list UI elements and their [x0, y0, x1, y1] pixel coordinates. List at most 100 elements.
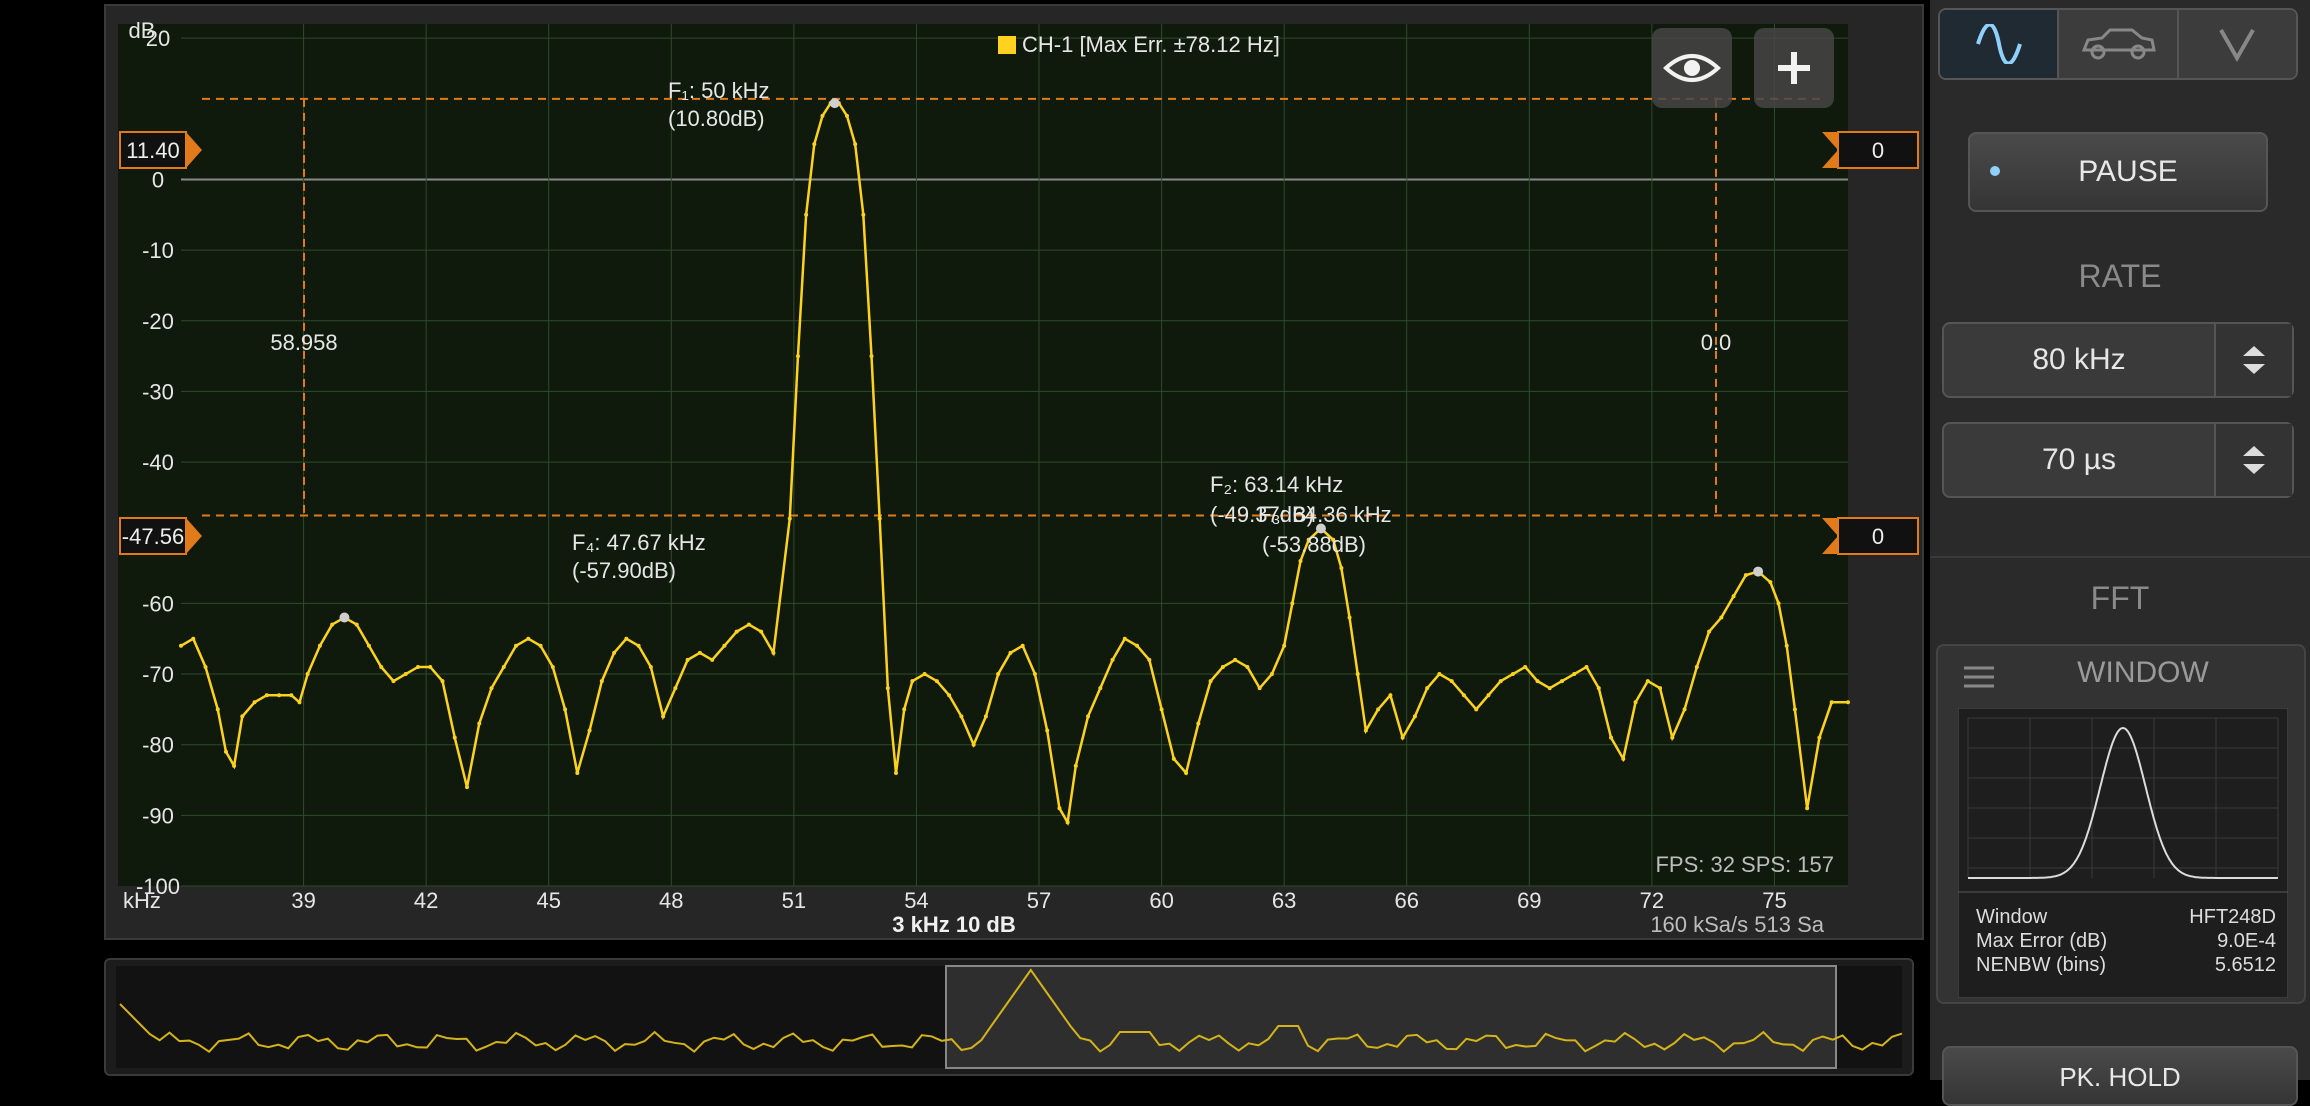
- peak-f1-freq: F₁: 50 kHz: [668, 78, 770, 103]
- trace-point: [1032, 672, 1037, 677]
- trace-point: [317, 643, 322, 648]
- trace-point: [1449, 679, 1454, 684]
- pause-button[interactable]: PAUSE: [1968, 132, 2268, 212]
- left-cursor-freq: 58.958: [270, 330, 337, 355]
- trace-point: [232, 763, 237, 768]
- trace-point: [452, 735, 457, 740]
- trace-point: [330, 622, 335, 627]
- trace-point: [1045, 728, 1050, 733]
- trace-point: [673, 686, 678, 691]
- peak-hold-label: PK. HOLD: [2059, 1062, 2181, 1092]
- trace-point: [612, 650, 617, 655]
- trace-point: [1523, 664, 1528, 669]
- trace-point: [1412, 714, 1417, 719]
- overview-strip[interactable]: [104, 958, 1914, 1076]
- trace-point: [252, 700, 257, 705]
- window-info-value: 5.6512: [2214, 954, 2276, 976]
- lower-level-handle[interactable]: -47.56: [119, 517, 202, 555]
- y-tick-label: -10: [142, 238, 174, 263]
- trace-point: [1719, 615, 1724, 620]
- window-info-row: Max Error (dB) 9.0E-4: [1976, 930, 2276, 953]
- overview-viewport[interactable]: [945, 965, 1837, 1069]
- timebase-value: 70 µs: [2042, 443, 2116, 476]
- trace-point: [661, 714, 666, 719]
- peak-hold-button[interactable]: PK. HOLD: [1942, 1046, 2298, 1106]
- trace-point: [902, 707, 907, 712]
- trace-point: [922, 672, 927, 677]
- rate-selector[interactable]: 80 kHz: [1942, 322, 2294, 398]
- timebase-spinner[interactable]: [2214, 424, 2292, 496]
- x-tick-label: 45: [536, 888, 560, 913]
- trace-point: [820, 113, 825, 118]
- x-tick-label: 66: [1394, 888, 1418, 913]
- trace-point: [563, 707, 568, 712]
- trace-point: [1805, 806, 1810, 811]
- spectrum-plot[interactable]: 200-10-20-30-40-60-70-80-90-100 39 42 45 48…: [106, 6, 1926, 942]
- trace-point: [1535, 679, 1540, 684]
- add-button[interactable]: [1754, 28, 1834, 108]
- fft-window-card[interactable]: WINDOW Window HFT248D Max Error (dB) 9.0E-4…: [1936, 644, 2306, 1004]
- fps-readout: FPS: 32 SPS: 157: [1655, 852, 1834, 877]
- trace-point: [853, 142, 858, 147]
- trace-point: [1347, 615, 1352, 620]
- peak-f3-db: (-53.88dB): [1262, 532, 1366, 557]
- trace-point: [1609, 735, 1614, 740]
- peak-f4-db: (-57.90dB): [572, 558, 676, 583]
- rate-section-label: RATE: [2078, 258, 2162, 294]
- trace-point: [1339, 566, 1344, 571]
- trace-point: [734, 629, 739, 634]
- trace-point: [179, 643, 183, 648]
- trace-point: [1057, 806, 1062, 811]
- peak-f2-freq: F₂: 63.14 kHz: [1210, 472, 1343, 497]
- trace-point: [403, 672, 408, 677]
- trace-point: [885, 686, 890, 691]
- trace-point: [910, 679, 915, 684]
- trace-point: [710, 657, 715, 662]
- spectrum-scope[interactable]: 20 0 -10 -20 -30 -40 -60 -70 -80 -90 -100 39 42 45 48…: [104, 4, 2026, 942]
- upper-level-handle[interactable]: 11.40: [119, 131, 202, 169]
- eye-button[interactable]: [1652, 28, 1732, 108]
- trace-point: [1510, 672, 1515, 677]
- plot-background: [118, 24, 1848, 886]
- trace-point: [1846, 700, 1850, 705]
- trace-point: [1776, 601, 1781, 606]
- timebase-selector[interactable]: 70 µs: [1942, 422, 2294, 498]
- peak-f3-freq: F₃: 64.36 kHz: [1258, 502, 1392, 527]
- trace-point: [514, 643, 519, 648]
- trace-point: [1596, 686, 1601, 691]
- trace-point: [550, 664, 555, 669]
- trace-point: [379, 664, 384, 669]
- peak-f1-db: (10.80dB): [668, 106, 765, 131]
- trace-point: [1269, 672, 1274, 677]
- window-info-key: NENBW (bins): [1976, 954, 2107, 976]
- trace-point: [215, 707, 220, 712]
- trace-point: [1196, 721, 1201, 726]
- lower-right-value: 0: [1872, 524, 1884, 549]
- rate-spinner[interactable]: [2214, 324, 2292, 396]
- trace-point: [1425, 686, 1430, 691]
- trace-point: [587, 728, 592, 733]
- control-panel: PAUSE RATE 80 kHz 70 µs FFT WINDOW Windo…: [1930, 0, 2310, 1106]
- trace-point: [289, 693, 294, 698]
- fft-section-label: FFT: [2090, 580, 2150, 616]
- trace-point: [861, 212, 866, 217]
- trace-point: [1159, 707, 1164, 712]
- trace-point: [844, 113, 849, 118]
- trace-point: [1184, 770, 1189, 775]
- trace-point: [1233, 657, 1238, 662]
- trace-point: [1658, 686, 1663, 691]
- mode-scope-tab[interactable]: [1940, 10, 2060, 78]
- trace-point: [1376, 707, 1381, 712]
- trace-point: [722, 643, 727, 648]
- lower-level-value: -47.56: [122, 524, 184, 549]
- window-title: WINDOW: [2077, 656, 2209, 689]
- divider: [1930, 556, 2310, 558]
- trace-point: [1388, 693, 1393, 698]
- x-tick-label: 60: [1149, 888, 1173, 913]
- menu-icon[interactable]: [1962, 664, 1996, 690]
- trace-point: [1437, 672, 1442, 677]
- mode-car-tab[interactable]: [2059, 10, 2179, 78]
- x-tick-label: 57: [1027, 888, 1051, 913]
- mode-v-tab[interactable]: [2178, 10, 2296, 78]
- trace-point: [264, 693, 269, 698]
